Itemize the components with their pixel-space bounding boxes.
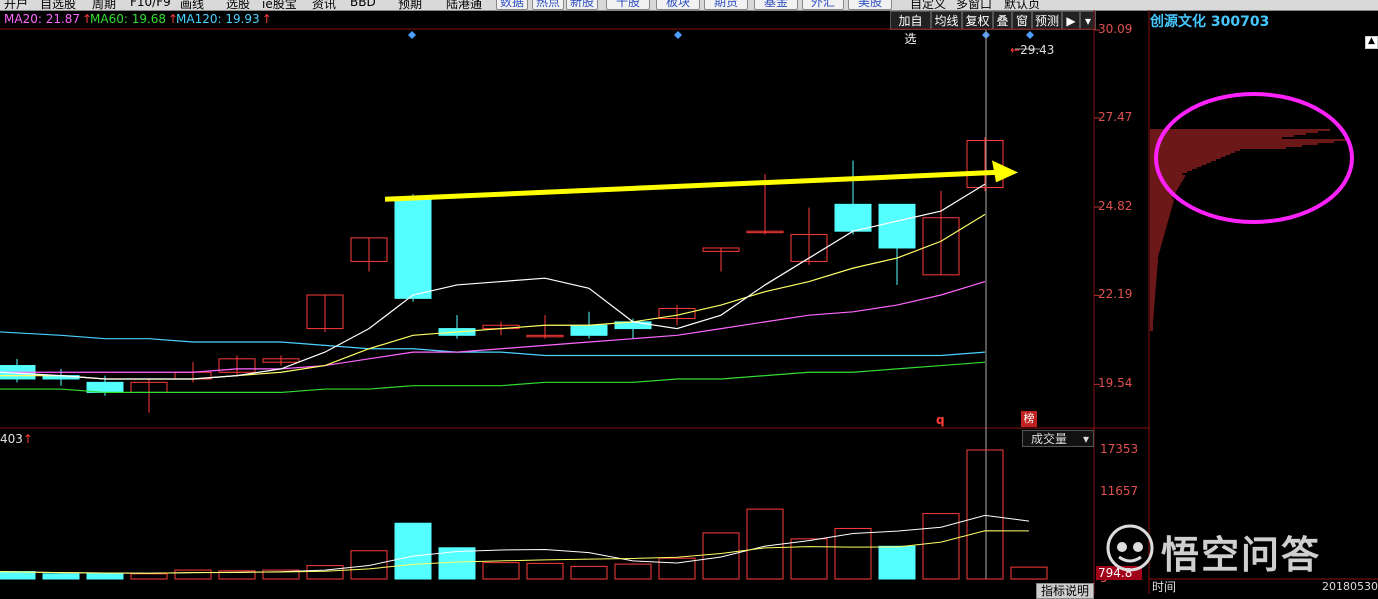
kline-chart[interactable] [0, 0, 1378, 594]
bang-marker[interactable]: 榜 [1021, 411, 1037, 427]
watermark-text: 悟空问答 [1161, 533, 1322, 577]
volume-ma10-line [0, 530, 1030, 574]
date-label: 20180530 [1322, 580, 1378, 593]
volume-bar [42, 573, 80, 580]
volume-indicator-value: 403↑ [0, 432, 33, 446]
wukong-logo-icon [1106, 524, 1154, 572]
ma20-line [0, 280, 986, 373]
volume-bar [746, 508, 784, 580]
q-marker: q [936, 413, 945, 427]
candle-body [878, 203, 916, 249]
event-marker-icon [1026, 31, 1034, 39]
chevron-down-icon: ▾ [1082, 432, 1089, 446]
volume-bar [526, 562, 564, 580]
indicator-explain-button[interactable]: 指标说明 [1036, 583, 1094, 599]
volume-dropdown-label: 成交量 [1031, 432, 1068, 446]
ma60-line [0, 361, 986, 394]
volume-ma5-line [0, 514, 1030, 574]
volume-bar [350, 550, 388, 580]
volume-bar [790, 538, 828, 580]
event-marker-icon [408, 31, 416, 39]
volume-bar [614, 563, 652, 580]
volume-tick-label: 17353 [1100, 442, 1139, 456]
volume-bar [0, 571, 36, 580]
volume-bar [174, 569, 212, 580]
volume-bar [570, 565, 608, 580]
ma120-line [0, 331, 986, 357]
chip-panel-toggle-icon[interactable]: ▲ [1365, 36, 1378, 49]
volume-bar [306, 565, 344, 580]
ma10-line [0, 213, 986, 380]
volume-bar [1010, 566, 1048, 580]
candle-body [394, 197, 432, 299]
max-price-marker: ←29.43 [1010, 43, 1055, 57]
trend-arrow-line [384, 169, 997, 202]
volume-bar [482, 562, 520, 580]
volume-bar [394, 522, 432, 580]
volume-bar [130, 573, 168, 580]
volume-bar [966, 449, 1004, 580]
volume-dropdown[interactable]: 成交量 ▾ [1022, 430, 1094, 447]
candle-body [570, 324, 608, 336]
volume-bar [702, 532, 740, 580]
event-marker-icon [674, 31, 682, 39]
time-label: 时间 [1152, 580, 1177, 594]
volume-bar [86, 573, 124, 580]
trend-arrow-head [992, 160, 1018, 183]
volume-bar [878, 545, 916, 580]
candle-body [834, 203, 872, 232]
volume-tick-label: 11657 [1100, 484, 1139, 499]
watermark-logo: 悟空问答 [1105, 520, 1365, 577]
